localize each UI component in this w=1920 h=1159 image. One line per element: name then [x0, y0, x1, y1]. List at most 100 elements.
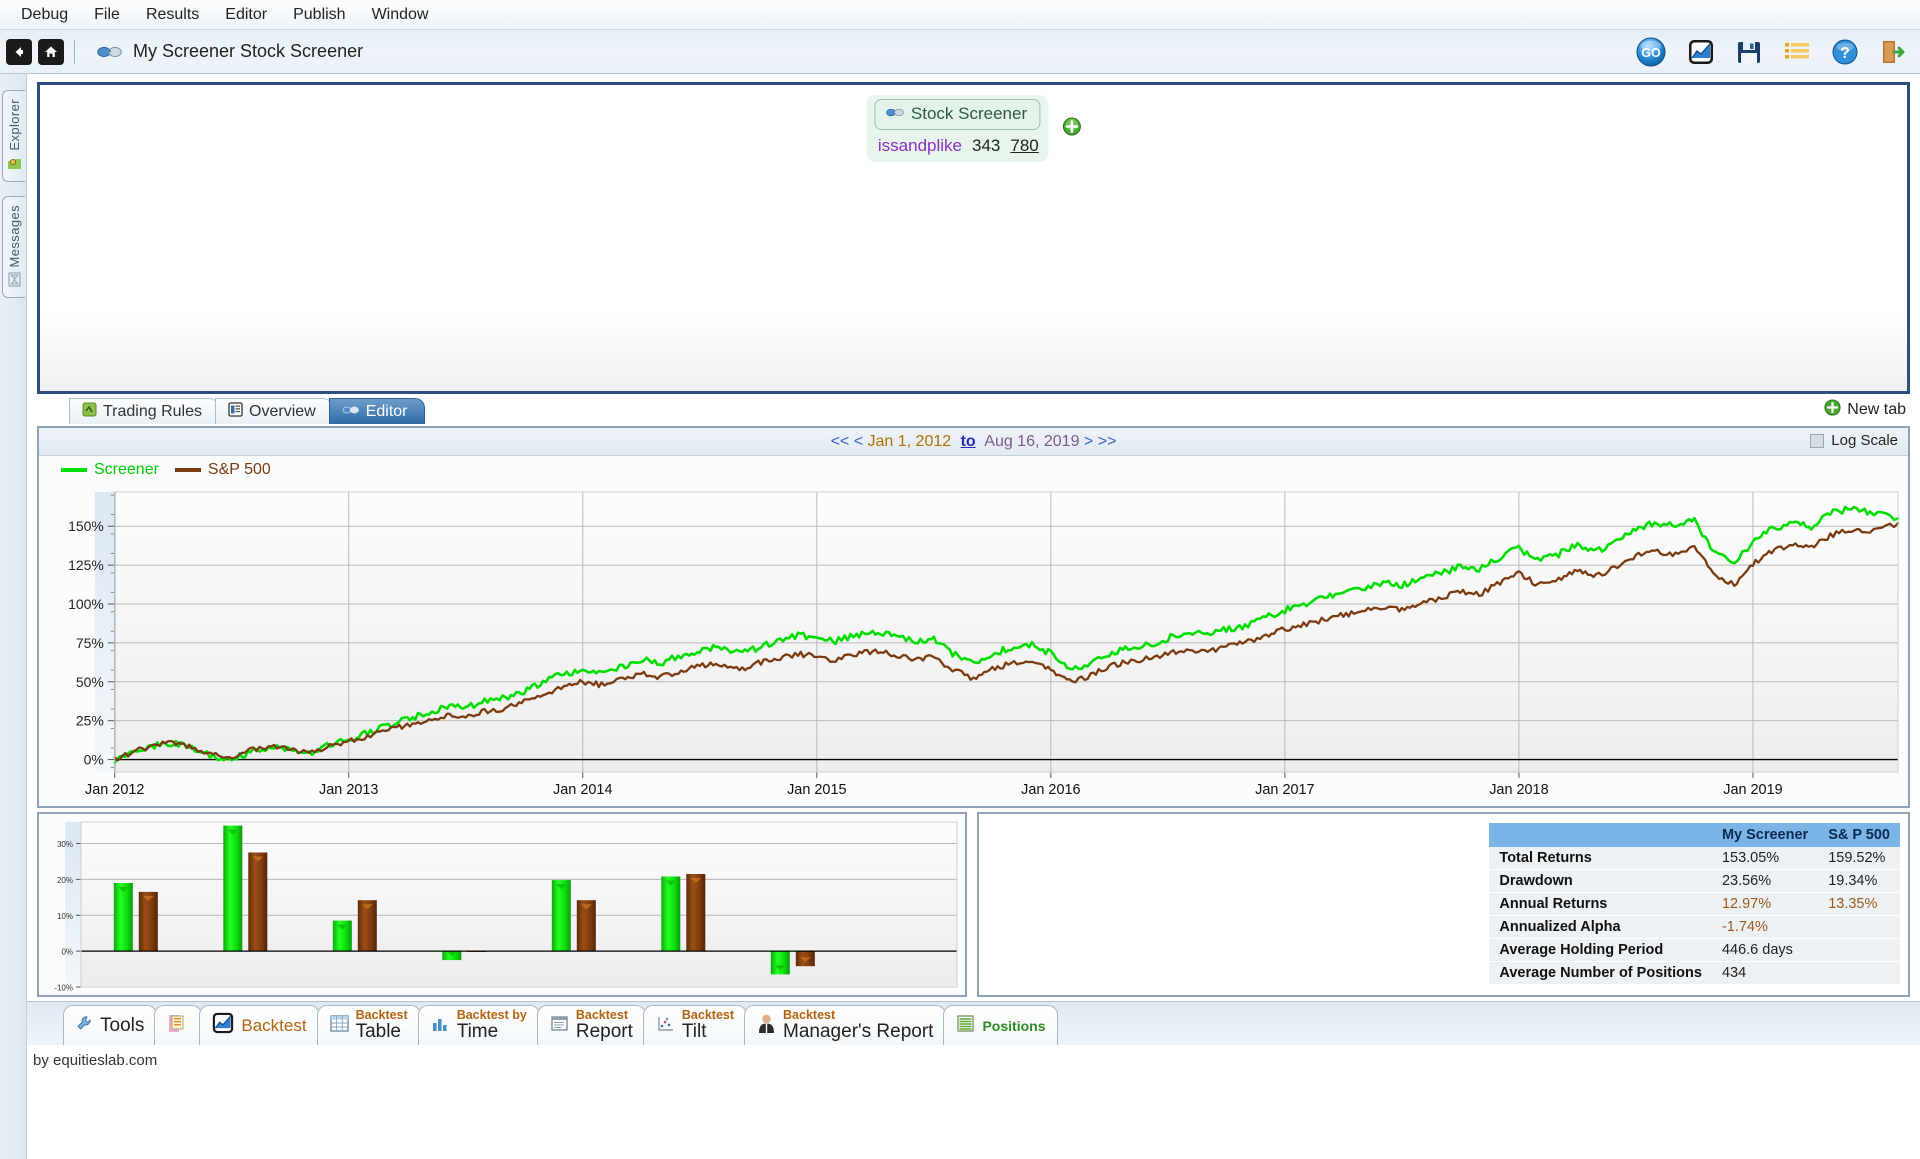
lower-panels: -10% 0% 10% 20% 30% My Screener S& P 500 Tot… — [37, 812, 1910, 997]
new-tab-button[interactable]: New tab — [1824, 399, 1906, 421]
stat-label: Average Holding Period — [1489, 938, 1712, 962]
tab-overview-label: Overview — [249, 402, 316, 420]
log-scale-label: Log Scale — [1831, 432, 1898, 449]
prev-button[interactable]: < — [854, 433, 863, 450]
menu-item-debug[interactable]: Debug — [8, 3, 81, 27]
bar-y-axis-tick-label: 10% — [57, 912, 73, 921]
bars-icon — [431, 1014, 450, 1038]
bottom-tab-backtest-tilt-label: Tilt — [681, 1021, 707, 1043]
editor-canvas[interactable]: Stock Screener issandplike 343 780 — [37, 82, 1910, 394]
y-axis-tick-label: 75% — [76, 635, 104, 651]
list-icon[interactable] — [1784, 41, 1810, 63]
footer: by equitieslab.com — [27, 1045, 1920, 1075]
bar-screener — [770, 951, 790, 975]
exit-icon[interactable] — [1880, 39, 1906, 65]
bottom-tab-backtest[interactable]: Backtest — [199, 1005, 320, 1045]
log-scale-toggle[interactable]: Log Scale — [1810, 432, 1898, 449]
bottom-tab-palette[interactable] — [154, 1005, 203, 1045]
stats-panel: My Screener S& P 500 Total Returns 153.05… — [977, 812, 1910, 997]
y-axis-tick-label: 25% — [76, 713, 104, 729]
help-icon[interactable]: ? — [1832, 39, 1858, 65]
stat-my-screener-value: 434 — [1711, 961, 1819, 985]
go-icon[interactable]: GO — [1636, 37, 1666, 67]
overview-icon — [228, 401, 243, 422]
stat-label: Annual Returns — [1489, 892, 1712, 916]
back-button[interactable] — [6, 38, 32, 65]
sidebar-item-explorer[interactable]: Explorer — [2, 90, 25, 182]
tab-editor[interactable]: Editor — [328, 398, 425, 424]
stat-my-screener-value: 446.6 days — [1711, 938, 1819, 962]
legend-item-screener: Screener — [61, 461, 159, 479]
bottom-tab-backtest-table-label: Table — [355, 1021, 401, 1043]
screener-card: Stock Screener issandplike 343 780 — [865, 95, 1049, 162]
bar-sp500 — [686, 874, 706, 952]
chart-header: << < Jan 1, 2012 to Aug 16, 2019 > >> Lo… — [39, 428, 1908, 456]
person-icon — [757, 1013, 776, 1039]
annual-returns-panel[interactable]: -10% 0% 10% 20% 30% — [37, 812, 967, 997]
x-axis-tick-label: Jan 2019 — [1723, 782, 1782, 798]
prev-all-button[interactable]: << — [831, 433, 850, 450]
explorer-icon — [7, 156, 22, 176]
next-all-button[interactable]: >> — [1098, 433, 1117, 450]
start-date[interactable]: Jan 1, 2012 — [868, 433, 952, 450]
code-number-2[interactable]: 780 — [1010, 136, 1038, 155]
log-scale-checkbox[interactable] — [1810, 433, 1825, 448]
menu-item-results[interactable]: Results — [133, 3, 212, 27]
menu-item-publish[interactable]: Publish — [280, 3, 358, 27]
editor-icon — [342, 403, 360, 421]
palette-icon — [167, 1012, 189, 1039]
bottom-tab-backtest-report[interactable]: Backtest Report — [536, 1005, 646, 1045]
stat-my-screener-value: -1.74% — [1711, 915, 1819, 939]
code-number-1[interactable]: 343 — [972, 136, 1000, 155]
sidebar-item-messages[interactable]: Messages — [2, 195, 25, 299]
bottom-tab-backtest-tilt[interactable]: Backtest Tilt — [642, 1005, 748, 1045]
stock-screener-tab[interactable]: Stock Screener — [873, 99, 1041, 130]
chart-icon[interactable] — [1688, 39, 1714, 65]
to-label[interactable]: to — [961, 433, 976, 450]
y-axis-tick-label: 100% — [68, 596, 104, 612]
menu-item-editor[interactable]: Editor — [212, 3, 280, 27]
y-axis-tick-label: 150% — [68, 518, 104, 534]
bottom-tab-backtest-by-time[interactable]: Backtest by Time — [417, 1005, 540, 1045]
y-axis-tick-label: 50% — [76, 674, 104, 690]
equity-curve-chart[interactable]: 0% 25% 50% 75% 100% 125% 150% Jan 2012 Jan 2013 J… — [39, 484, 1908, 806]
bottom-tab-tools[interactable]: Tools — [63, 1005, 158, 1045]
end-date[interactable]: Aug 16, 2019 — [984, 433, 1079, 450]
bar-y-axis-tick-label: -10% — [54, 984, 73, 993]
add-screener-button[interactable] — [1062, 117, 1081, 141]
table-row: Drawdown 23.56% 19.34% — [1489, 869, 1900, 893]
y-axis-tick-label: 125% — [68, 557, 104, 573]
menu-item-window[interactable]: Window — [359, 3, 442, 27]
x-axis-tick-label: Jan 2018 — [1489, 782, 1548, 798]
toolbar-divider — [74, 39, 75, 64]
bottom-tab-positions[interactable]: Positions — [943, 1005, 1059, 1045]
tab-overview[interactable]: Overview — [215, 398, 333, 424]
document-title: My Screener Stock Screener — [133, 41, 364, 61]
save-icon[interactable] — [1736, 39, 1762, 65]
menu-item-file[interactable]: File — [81, 3, 133, 27]
bottom-tab-tools-label: Tools — [100, 1014, 145, 1036]
stock-screener-tab-label: Stock Screener — [910, 104, 1028, 123]
stat-sp500-value: 13.35% — [1818, 892, 1900, 916]
wrench-icon — [76, 1015, 93, 1037]
stat-sp500-value: 19.34% — [1818, 869, 1900, 893]
menu-bar: Debug File Results Editor Publish Window — [0, 0, 1920, 30]
bottom-tab-backtest-report-label: Report — [575, 1021, 633, 1043]
backtest-chart-panel: << < Jan 1, 2012 to Aug 16, 2019 > >> Lo… — [37, 426, 1910, 808]
bar-sp500 — [248, 852, 268, 952]
screener-code-line[interactable]: issandplike 343 780 — [874, 136, 1040, 156]
stat-label: Annualized Alpha — [1489, 915, 1712, 939]
bottom-tab-backtest-label: Backtest — [241, 1015, 307, 1035]
home-button[interactable] — [38, 38, 64, 65]
annual-returns-bar-chart[interactable]: -10% 0% 10% 20% 30% — [39, 814, 965, 995]
bottom-tab-managers-report[interactable]: Backtest Manager's Report — [744, 1005, 947, 1045]
next-button[interactable]: > — [1084, 433, 1093, 450]
table-row: Total Returns 153.05% 159.52% — [1489, 847, 1900, 870]
code-identifier[interactable]: issandplike — [878, 136, 962, 155]
stat-my-screener-value: 153.05% — [1711, 847, 1819, 870]
bar-screener — [113, 883, 133, 952]
bottom-tab-backtest-table[interactable]: Backtest Table — [316, 1005, 421, 1045]
tab-trading-rules[interactable]: Trading Rules — [69, 398, 220, 424]
bottom-tab-managers-report-label: Manager's Report — [783, 1021, 934, 1043]
col-header-my-screener: My Screener — [1711, 823, 1819, 847]
